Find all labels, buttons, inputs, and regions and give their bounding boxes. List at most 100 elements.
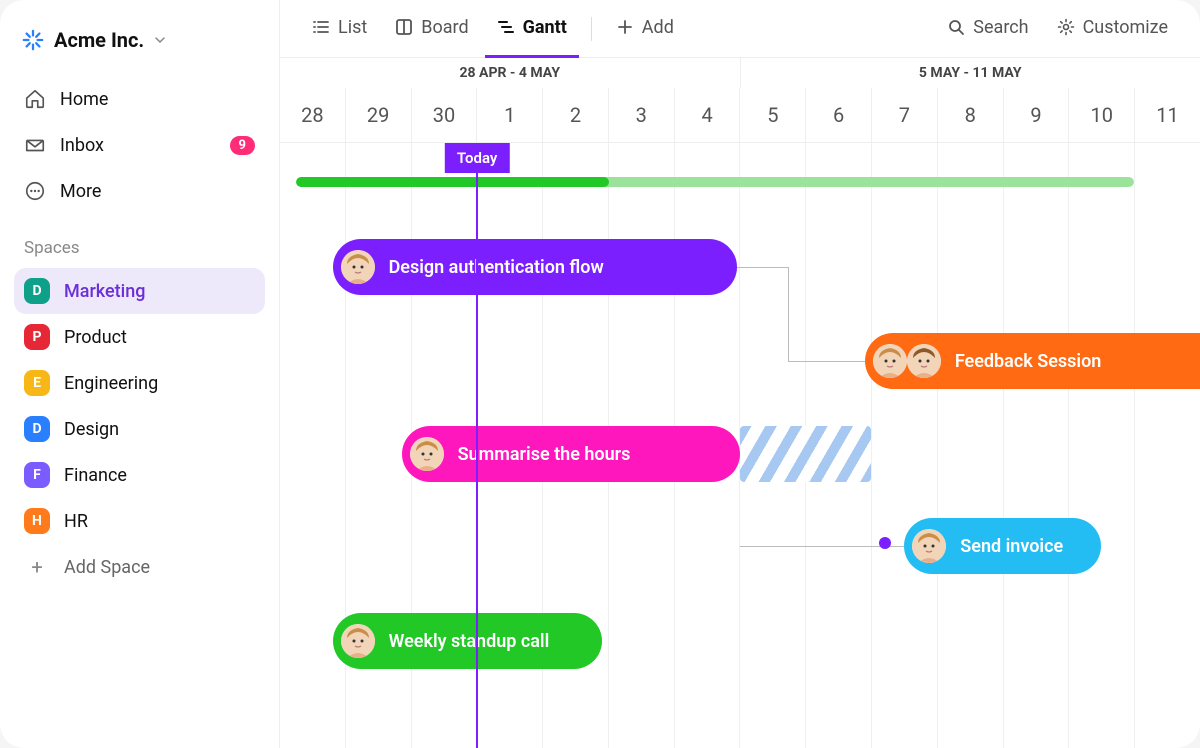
plus-icon [616, 18, 634, 36]
assignee-avatar [873, 344, 907, 378]
chevron-down-icon [154, 34, 166, 46]
week-header: 5 MAY - 11 MAY [741, 58, 1200, 88]
task-bar[interactable]: Send invoice [904, 518, 1101, 574]
day-header[interactable]: 3 [609, 88, 675, 142]
gantt-chart[interactable]: Today Design authentication flow Feedback … [280, 143, 1200, 748]
day-header[interactable]: 5 [740, 88, 806, 142]
task-bar[interactable]: Summarise the hours [402, 426, 740, 482]
view-board-tab[interactable]: Board [383, 0, 480, 58]
plus-icon: + [24, 554, 50, 580]
task-connector [737, 267, 788, 268]
nav-more-label: More [60, 181, 101, 202]
workspace-switcher[interactable]: Acme Inc. [14, 24, 265, 76]
home-icon [24, 88, 46, 110]
space-label: HR [64, 511, 88, 532]
view-gantt-label: Gantt [523, 17, 567, 38]
today-badge: Today [445, 143, 509, 173]
space-label: Finance [64, 465, 127, 486]
day-header[interactable]: 1 [477, 88, 543, 142]
space-label: Marketing [64, 281, 145, 302]
space-item-hr[interactable]: H HR [14, 498, 265, 544]
workspace-name: Acme Inc. [54, 28, 144, 52]
day-header[interactable]: 8 [938, 88, 1004, 142]
view-list-tab[interactable]: List [300, 0, 379, 58]
add-view-label: Add [642, 17, 674, 38]
nav-inbox-label: Inbox [60, 135, 104, 156]
day-header[interactable]: 2 [543, 88, 609, 142]
task-connector [788, 267, 789, 361]
customize-label: Customize [1083, 17, 1168, 38]
day-header[interactable]: 30 [412, 88, 478, 142]
task-label: Design authentication flow [389, 257, 604, 278]
board-icon [395, 18, 413, 36]
toolbar: List Board Gantt Add [280, 0, 1200, 58]
assignee-avatar [341, 250, 375, 284]
task-bar[interactable]: Design authentication flow [333, 239, 737, 295]
space-icon: D [24, 416, 50, 442]
space-item-finance[interactable]: F Finance [14, 452, 265, 498]
day-header[interactable]: 6 [806, 88, 872, 142]
inbox-icon [24, 134, 46, 156]
search-icon [947, 18, 965, 36]
today-line [476, 143, 478, 748]
space-icon: H [24, 508, 50, 534]
inbox-badge: 9 [230, 136, 255, 155]
more-icon [24, 180, 46, 202]
nav-home-label: Home [60, 89, 108, 110]
brand-logo-icon [22, 29, 44, 51]
task-bar[interactable]: Weekly standup call [333, 613, 602, 669]
gear-icon [1057, 18, 1075, 36]
space-item-engineering[interactable]: E Engineering [14, 360, 265, 406]
space-icon: F [24, 462, 50, 488]
space-item-product[interactable]: P Product [14, 314, 265, 360]
space-label: Engineering [64, 373, 158, 394]
gantt-icon [497, 18, 515, 36]
search-button[interactable]: Search [935, 0, 1040, 58]
timeline-header: 28 APR - 4 MAY5 MAY - 11 MAY 28293012345… [280, 58, 1200, 143]
add-view-button[interactable]: Add [604, 0, 686, 58]
task-connector [788, 361, 865, 362]
add-space-button[interactable]: + Add Space [14, 544, 265, 590]
day-header[interactable]: 11 [1135, 88, 1200, 142]
assignee-avatar [907, 344, 941, 378]
task-label: Weekly standup call [389, 631, 550, 652]
add-space-label: Add Space [64, 557, 150, 578]
milestone-dot[interactable] [879, 537, 891, 549]
nav-inbox[interactable]: Inbox 9 [14, 122, 265, 168]
task-bar[interactable]: Feedback Session [865, 333, 1200, 389]
assignee-avatar [912, 529, 946, 563]
space-label: Product [64, 327, 127, 348]
customize-button[interactable]: Customize [1045, 0, 1180, 58]
sidebar: Acme Inc. Home Inbox 9 More Spaces DMar [0, 0, 280, 748]
spaces-section-title: Spaces [14, 214, 265, 268]
space-icon: P [24, 324, 50, 350]
assignee-avatar [410, 437, 444, 471]
list-icon [312, 18, 330, 36]
view-list-label: List [338, 17, 367, 38]
toolbar-separator [591, 17, 592, 41]
view-gantt-tab[interactable]: Gantt [485, 0, 579, 58]
nav-home[interactable]: Home [14, 76, 265, 122]
assignee-avatar [341, 624, 375, 658]
task-label: Summarise the hours [458, 444, 631, 465]
task-label: Send invoice [960, 536, 1063, 557]
space-label: Design [64, 419, 119, 440]
space-icon: E [24, 370, 50, 396]
nav-more[interactable]: More [14, 168, 265, 214]
week-header: 28 APR - 4 MAY [280, 58, 741, 88]
day-header[interactable]: 9 [1004, 88, 1070, 142]
day-header[interactable]: 4 [675, 88, 741, 142]
space-item-design[interactable]: D Design [14, 406, 265, 452]
task-delay-hatch [740, 426, 871, 482]
day-header[interactable]: 28 [280, 88, 346, 142]
day-header[interactable]: 10 [1069, 88, 1135, 142]
day-header[interactable]: 29 [346, 88, 412, 142]
search-label: Search [973, 17, 1028, 38]
task-label: Feedback Session [955, 351, 1101, 372]
main-panel: List Board Gantt Add [280, 0, 1200, 748]
view-board-label: Board [421, 17, 468, 38]
space-item-marketing[interactable]: D Marketing [14, 268, 265, 314]
space-icon: D [24, 278, 50, 304]
day-header[interactable]: 7 [872, 88, 938, 142]
timeline-progress [296, 177, 1134, 187]
